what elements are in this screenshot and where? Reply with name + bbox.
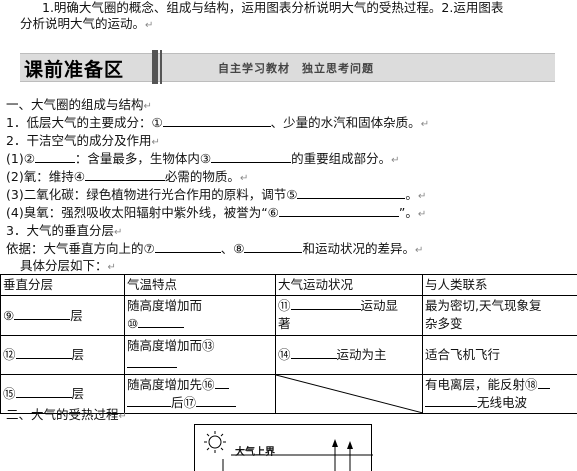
banner-subtitle: 自主学习教材 独立思考问题: [218, 62, 374, 75]
table-row: ⑫层 随高度增加而⑬ ⑭ 运动为主 适合飞机飞行: [0, 335, 577, 375]
blank-18b[interactable]: [425, 394, 477, 407]
blank-5[interactable]: [297, 186, 406, 199]
question-2-2: (2)氧：维持④ 必需的物质。↵: [6, 168, 249, 184]
objectives-line-1: 1.明确大气圈的概念、组成与结构，运用图表分析说明大气的受热过程。2.运用图表: [42, 0, 504, 15]
banner-divider-thin: [160, 50, 162, 84]
table-cell: 最为密切,天气现象复 杂多变: [422, 295, 577, 336]
blank-11[interactable]: [290, 297, 361, 310]
table-cell: ⑪ 运动显 著: [275, 295, 423, 336]
question-1: 1．低层大气的主要成分：① 、少量的水汽和固体杂质。↵: [6, 114, 430, 130]
section1-heading: 一、大气圈的组成与结构↵: [6, 97, 152, 112]
table-cell: 随高度增加而⑬: [124, 335, 276, 375]
blank-7[interactable]: [154, 240, 221, 253]
blank-14[interactable]: [290, 346, 337, 359]
banner-divider: [152, 50, 158, 84]
blank-10[interactable]: [138, 315, 185, 328]
blank-4[interactable]: [84, 168, 165, 181]
table-cell: 随高度增加而 ⑩: [124, 295, 276, 336]
table-header-cell: 垂直分层: [0, 274, 125, 296]
blank-16[interactable]: [214, 376, 229, 389]
section2-heading: 二、大气的受热过程↵: [6, 407, 127, 422]
table-cell: 随高度增加先⑯ 后⑰: [124, 374, 276, 414]
blank-17[interactable]: [196, 394, 237, 407]
blank-18[interactable]: [537, 376, 550, 389]
table-row: ⑨层 随高度增加而 ⑩ ⑪ 运动显 著 最为密切,天气现象复 杂多变: [0, 295, 577, 336]
diagram-drawing: [204, 431, 373, 471]
table-cell: 有电离层，能反射⑱ 无线电波: [422, 374, 577, 414]
table-cell-diagonal: [275, 374, 423, 414]
blank-6[interactable]: [278, 204, 399, 217]
question-2-1: (1)② ：含量最多，生物体内③ 的重要组成部分。↵: [6, 150, 400, 166]
table-cell: ⑫层: [0, 335, 125, 375]
table-header-cell: 气温特点: [124, 274, 276, 296]
diagram-label-atmosphere-top: 大气上界: [235, 447, 275, 458]
question-3: 3．大气的垂直分层↵: [6, 223, 123, 238]
blank-15[interactable]: [15, 385, 72, 398]
objectives-line-2: 分析说明大气的运动。↵: [20, 16, 154, 31]
question-2-4: (4)臭氧：强烈吸收太阳辐射中紫外线，被誉为“⑥ ”。↵: [6, 204, 427, 220]
heating-process-diagram: 大气上界: [194, 424, 373, 471]
table-header-cell: 大气运动状况: [275, 274, 423, 296]
table-header-row: 垂直分层 气温特点 大气运动状况 与人类联系: [0, 274, 577, 296]
blank-16b[interactable]: [127, 394, 171, 407]
question-2-3: (3)二氧化碳：绿色植物进行光合作用的原料，调节⑤ 。↵: [6, 186, 427, 202]
table-header-cell: 与人类联系: [422, 274, 577, 296]
blank-12[interactable]: [15, 346, 72, 359]
sun-icon: [204, 431, 226, 453]
blank-2[interactable]: [34, 150, 75, 163]
blank-1[interactable]: [162, 114, 271, 127]
diagonal-line: [276, 375, 422, 413]
question-2: 2．干洁空气的成分及作用↵: [6, 133, 160, 148]
atmosphere-layers-table: 垂直分层 气温特点 大气运动状况 与人类联系 ⑨层 随高度增加而 ⑩ ⑪ 运动显 …: [0, 274, 577, 414]
blank-3[interactable]: [211, 150, 292, 163]
table-cell: 适合飞机飞行: [422, 335, 577, 375]
table-cell: ⑨层: [0, 295, 125, 336]
blank-9[interactable]: [14, 307, 71, 320]
banner-title: 课前准备区: [24, 59, 125, 81]
table-cell: ⑭ 运动为主: [275, 335, 423, 375]
blank-8[interactable]: [244, 240, 303, 253]
section-banner: 课前准备区 自主学习教材 独立思考问题: [20, 50, 555, 84]
blank-13[interactable]: [127, 355, 177, 368]
